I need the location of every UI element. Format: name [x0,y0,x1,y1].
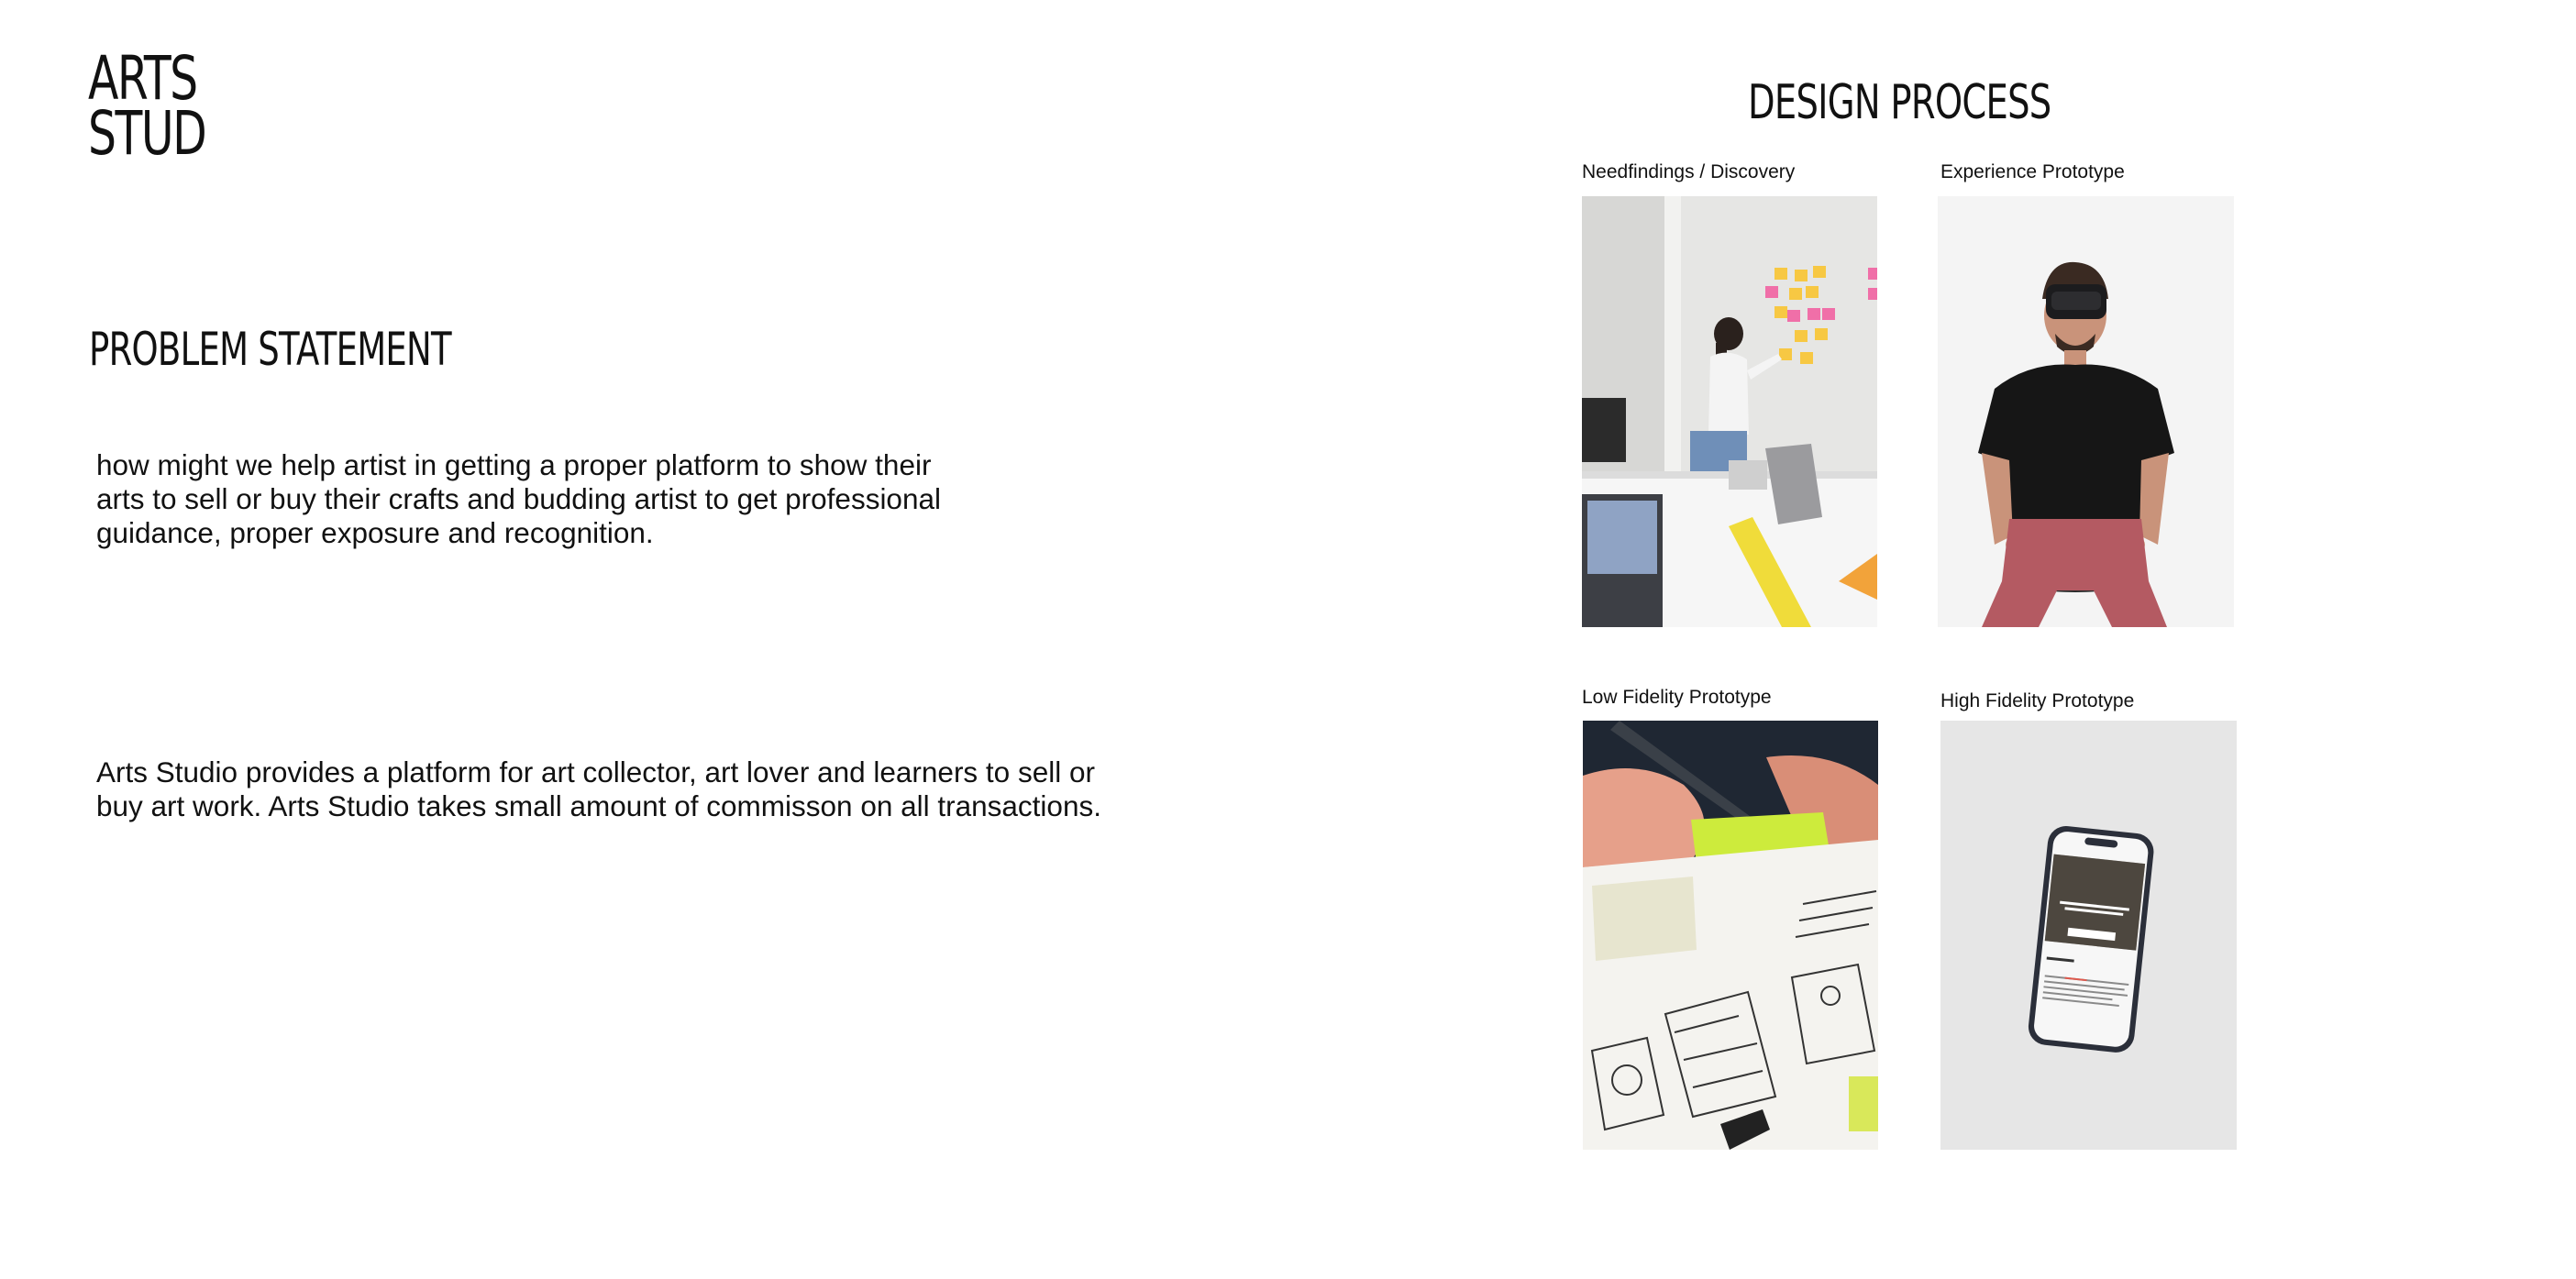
step-caption-low-fidelity: Low Fidelity Prototype [1582,687,1772,708]
design-process-title: DESIGN PROCESS [1748,75,2051,130]
problem-statement-title: PROBLEM STATEMENT [89,323,452,376]
brand-logo: ARTS STUD [88,49,207,169]
step-caption-needfindings: Needfindings / Discovery [1582,161,1796,182]
needfindings-photo [1582,196,1877,627]
experience-photo [1938,196,2234,627]
step-caption-high-fidelity: High Fidelity Prototype [1940,690,2135,711]
problem-statement-text: how might we help artist in getting a pr… [96,448,941,549]
step-caption-experience: Experience Prototype [1940,161,2125,182]
high-fidelity-mockup [1940,721,2237,1150]
low-fidelity-photo [1583,721,1878,1150]
brand-logo-line-2: STUD [88,98,207,169]
solution-text: Arts Studio provides a platform for art … [96,755,1101,822]
